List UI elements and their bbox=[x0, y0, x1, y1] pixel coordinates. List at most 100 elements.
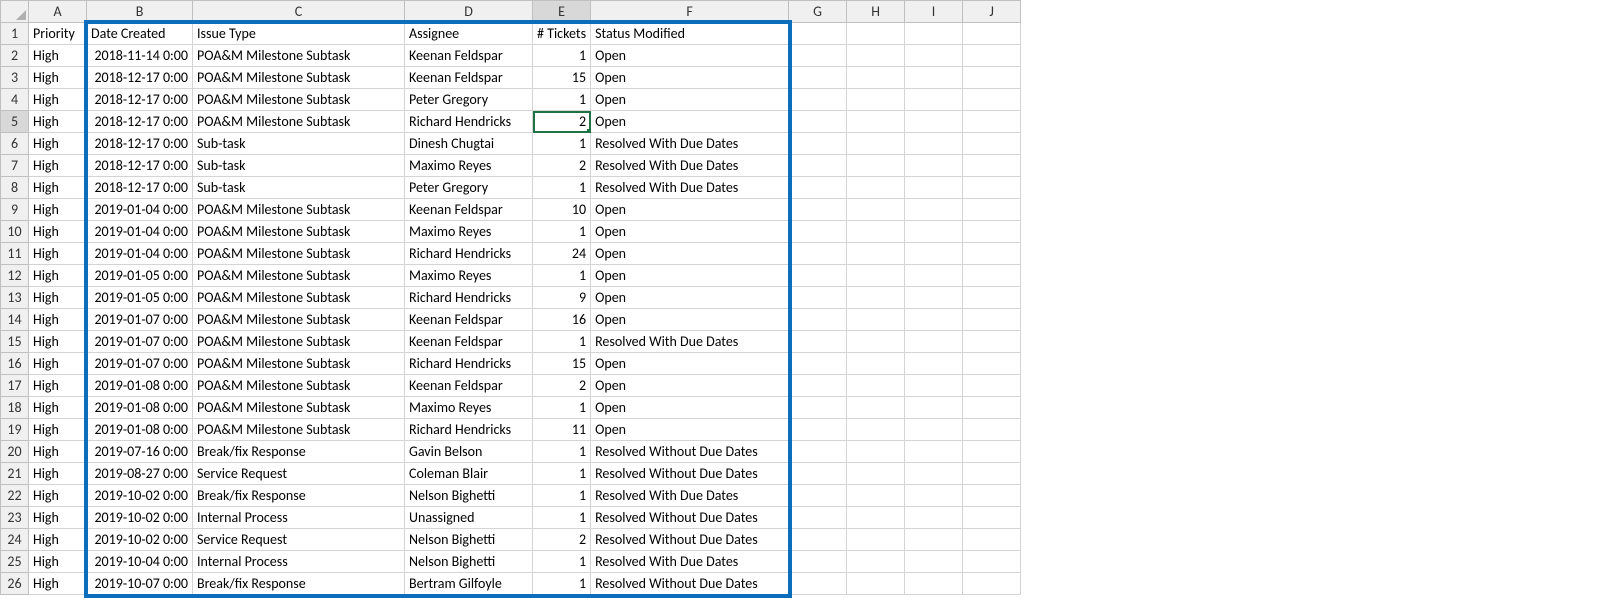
cell-A18[interactable]: High bbox=[29, 397, 87, 419]
cell-D9[interactable]: Keenan Feldspar bbox=[405, 199, 533, 221]
select-all-corner[interactable] bbox=[1, 1, 29, 23]
cell-D11[interactable]: Richard Hendricks bbox=[405, 243, 533, 265]
cell-I10[interactable] bbox=[905, 221, 963, 243]
cell-F19[interactable]: Open bbox=[591, 419, 789, 441]
cell-E24[interactable]: 2 bbox=[533, 529, 591, 551]
cell-C23[interactable]: Internal Process bbox=[193, 507, 405, 529]
cell-H19[interactable] bbox=[847, 419, 905, 441]
cell-I25[interactable] bbox=[905, 551, 963, 573]
cell-J26[interactable] bbox=[963, 573, 1021, 595]
cell-C11[interactable]: POA&M Milestone Subtask bbox=[193, 243, 405, 265]
cell-I23[interactable] bbox=[905, 507, 963, 529]
cell-B7[interactable]: 2018-12-17 0:00 bbox=[87, 155, 193, 177]
cell-A20[interactable]: High bbox=[29, 441, 87, 463]
cell-A2[interactable]: High bbox=[29, 45, 87, 67]
cell-B10[interactable]: 2019-01-04 0:00 bbox=[87, 221, 193, 243]
cell-J13[interactable] bbox=[963, 287, 1021, 309]
row-header-23[interactable]: 23 bbox=[1, 507, 29, 529]
cell-E1[interactable]: # Tickets bbox=[533, 23, 591, 45]
cell-D23[interactable]: Unassigned bbox=[405, 507, 533, 529]
cell-G12[interactable] bbox=[789, 265, 847, 287]
cell-I26[interactable] bbox=[905, 573, 963, 595]
cell-D5[interactable]: Richard Hendricks bbox=[405, 111, 533, 133]
cell-I4[interactable] bbox=[905, 89, 963, 111]
cell-I3[interactable] bbox=[905, 67, 963, 89]
cell-A26[interactable]: High bbox=[29, 573, 87, 595]
cell-G14[interactable] bbox=[789, 309, 847, 331]
cell-C1[interactable]: Issue Type bbox=[193, 23, 405, 45]
cell-I19[interactable] bbox=[905, 419, 963, 441]
cell-D19[interactable]: Richard Hendricks bbox=[405, 419, 533, 441]
row-header-25[interactable]: 25 bbox=[1, 551, 29, 573]
cell-C8[interactable]: Sub-task bbox=[193, 177, 405, 199]
cell-E14[interactable]: 16 bbox=[533, 309, 591, 331]
cell-B16[interactable]: 2019-01-07 0:00 bbox=[87, 353, 193, 375]
col-header-E[interactable]: E bbox=[533, 1, 591, 23]
cell-E3[interactable]: 15 bbox=[533, 67, 591, 89]
cell-G13[interactable] bbox=[789, 287, 847, 309]
cell-D14[interactable]: Keenan Feldspar bbox=[405, 309, 533, 331]
cell-F12[interactable]: Open bbox=[591, 265, 789, 287]
cell-G9[interactable] bbox=[789, 199, 847, 221]
col-header-C[interactable]: C bbox=[193, 1, 405, 23]
cell-B18[interactable]: 2019-01-08 0:00 bbox=[87, 397, 193, 419]
cell-D7[interactable]: Maximo Reyes bbox=[405, 155, 533, 177]
cell-F11[interactable]: Open bbox=[591, 243, 789, 265]
cell-A6[interactable]: High bbox=[29, 133, 87, 155]
cell-D24[interactable]: Nelson Bighetti bbox=[405, 529, 533, 551]
cell-A8[interactable]: High bbox=[29, 177, 87, 199]
cell-J14[interactable] bbox=[963, 309, 1021, 331]
row-header-24[interactable]: 24 bbox=[1, 529, 29, 551]
cell-J12[interactable] bbox=[963, 265, 1021, 287]
cell-B11[interactable]: 2019-01-04 0:00 bbox=[87, 243, 193, 265]
cell-A12[interactable]: High bbox=[29, 265, 87, 287]
cell-F5[interactable]: Open bbox=[591, 111, 789, 133]
cell-G7[interactable] bbox=[789, 155, 847, 177]
cell-D21[interactable]: Coleman Blair bbox=[405, 463, 533, 485]
row-header-20[interactable]: 20 bbox=[1, 441, 29, 463]
cell-C15[interactable]: POA&M Milestone Subtask bbox=[193, 331, 405, 353]
cell-F26[interactable]: Resolved Without Due Dates bbox=[591, 573, 789, 595]
cell-C21[interactable]: Service Request bbox=[193, 463, 405, 485]
cell-F14[interactable]: Open bbox=[591, 309, 789, 331]
cell-A13[interactable]: High bbox=[29, 287, 87, 309]
cell-H25[interactable] bbox=[847, 551, 905, 573]
row-header-26[interactable]: 26 bbox=[1, 573, 29, 595]
cell-G10[interactable] bbox=[789, 221, 847, 243]
cell-D6[interactable]: Dinesh Chugtai bbox=[405, 133, 533, 155]
cell-E7[interactable]: 2 bbox=[533, 155, 591, 177]
cell-J16[interactable] bbox=[963, 353, 1021, 375]
cell-F16[interactable]: Open bbox=[591, 353, 789, 375]
cell-A7[interactable]: High bbox=[29, 155, 87, 177]
cell-A11[interactable]: High bbox=[29, 243, 87, 265]
cell-I17[interactable] bbox=[905, 375, 963, 397]
cell-C19[interactable]: POA&M Milestone Subtask bbox=[193, 419, 405, 441]
cell-F4[interactable]: Open bbox=[591, 89, 789, 111]
cell-H13[interactable] bbox=[847, 287, 905, 309]
row-header-9[interactable]: 9 bbox=[1, 199, 29, 221]
cell-H24[interactable] bbox=[847, 529, 905, 551]
cell-G19[interactable] bbox=[789, 419, 847, 441]
cell-J15[interactable] bbox=[963, 331, 1021, 353]
cell-C18[interactable]: POA&M Milestone Subtask bbox=[193, 397, 405, 419]
cell-A22[interactable]: High bbox=[29, 485, 87, 507]
row-header-10[interactable]: 10 bbox=[1, 221, 29, 243]
cell-C25[interactable]: Internal Process bbox=[193, 551, 405, 573]
cell-J23[interactable] bbox=[963, 507, 1021, 529]
cell-C9[interactable]: POA&M Milestone Subtask bbox=[193, 199, 405, 221]
cell-J10[interactable] bbox=[963, 221, 1021, 243]
cell-F2[interactable]: Open bbox=[591, 45, 789, 67]
col-header-A[interactable]: A bbox=[29, 1, 87, 23]
cell-E17[interactable]: 2 bbox=[533, 375, 591, 397]
cell-H11[interactable] bbox=[847, 243, 905, 265]
cell-F13[interactable]: Open bbox=[591, 287, 789, 309]
row-header-21[interactable]: 21 bbox=[1, 463, 29, 485]
cell-F9[interactable]: Open bbox=[591, 199, 789, 221]
cell-B25[interactable]: 2019-10-04 0:00 bbox=[87, 551, 193, 573]
cell-A9[interactable]: High bbox=[29, 199, 87, 221]
cell-B20[interactable]: 2019-07-16 0:00 bbox=[87, 441, 193, 463]
cell-E11[interactable]: 24 bbox=[533, 243, 591, 265]
cell-G18[interactable] bbox=[789, 397, 847, 419]
cell-J1[interactable] bbox=[963, 23, 1021, 45]
cell-H15[interactable] bbox=[847, 331, 905, 353]
